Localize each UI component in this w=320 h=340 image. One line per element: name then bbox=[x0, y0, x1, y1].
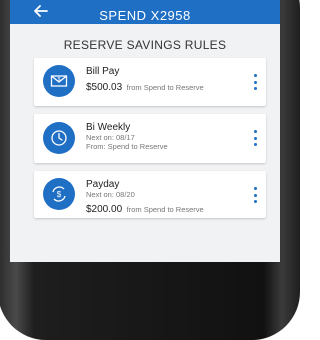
svg-text:$: $ bbox=[58, 77, 61, 83]
more-options-icon[interactable] bbox=[254, 130, 258, 146]
more-options-icon[interactable] bbox=[254, 74, 258, 90]
svg-text:$: $ bbox=[57, 190, 62, 199]
rule-card-payday[interactable]: $ Payday Next on: 08/20 $200.00 from Spe… bbox=[34, 171, 266, 218]
app-bar: SPEND X2958 bbox=[10, 0, 280, 24]
rule-name: Payday bbox=[86, 179, 120, 190]
dollar-cycle-icon: $ bbox=[43, 178, 75, 210]
more-options-icon[interactable] bbox=[254, 187, 258, 203]
phone-frame: SPEND X2958 RESERVE SAVINGS RULES $ Bill… bbox=[0, 0, 300, 340]
rule-amount-suffix: from Spend to Reserve bbox=[126, 205, 204, 214]
bill-envelope-icon: $ bbox=[43, 65, 75, 97]
app-title: SPEND X2958 bbox=[99, 8, 191, 23]
rule-name: Bill Pay bbox=[86, 66, 120, 77]
rule-name: Bi Weekly bbox=[86, 122, 131, 133]
rule-card-bill-pay[interactable]: $ Bill Pay $500.03 from Spend to Reserve bbox=[34, 58, 266, 106]
rule-from: From: Spend to Reserve bbox=[86, 142, 168, 151]
rule-amount-suffix: from Spend to Reserve bbox=[126, 83, 204, 92]
app-screen: SPEND X2958 RESERVE SAVINGS RULES $ Bill… bbox=[10, 0, 280, 262]
rule-next-date: Next on: 08/20 bbox=[86, 190, 135, 199]
section-title: RESERVE SAVINGS RULES bbox=[63, 38, 227, 52]
rule-card-bi-weekly[interactable]: Bi Weekly Next on: 08/17 From: Spend to … bbox=[34, 114, 266, 163]
rule-amount: $500.03 bbox=[86, 82, 123, 93]
clock-icon bbox=[43, 122, 75, 154]
rule-next-date: Next on: 08/17 bbox=[86, 133, 135, 142]
rule-amount: $200.00 bbox=[86, 204, 123, 215]
